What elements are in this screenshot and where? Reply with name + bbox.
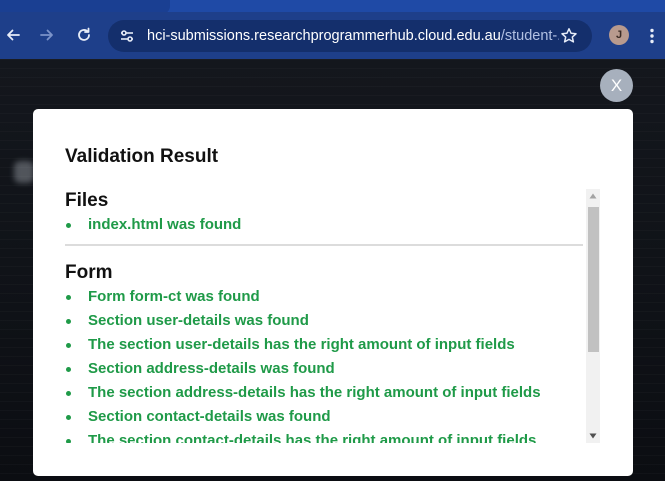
validation-modal: Validation Result Files index.html was f…	[33, 109, 633, 476]
list-item: Section contact-details was found	[65, 405, 583, 429]
files-section: Files index.html was found	[65, 189, 583, 237]
bullet-icon	[66, 295, 71, 300]
result-text: Section contact-details was found	[88, 408, 331, 425]
browser-menu-button[interactable]	[642, 23, 662, 49]
arrow-right-icon	[40, 29, 53, 41]
bullet-icon	[66, 343, 71, 348]
list-item: Section address-details was found	[65, 357, 583, 381]
validation-results-panel[interactable]: Files index.html was found Form Form for…	[65, 189, 583, 443]
results-scrollbar[interactable]	[586, 189, 600, 443]
bullet-icon	[66, 223, 71, 228]
url-path: /student-...	[500, 28, 559, 44]
list-item: The section address-details has the righ…	[65, 381, 583, 405]
address-bar[interactable]: hci-submissions.researchprogrammerhub.cl…	[108, 20, 592, 52]
bullet-icon	[66, 367, 71, 372]
result-text: The section address-details has the righ…	[88, 384, 541, 401]
profile-avatar[interactable]: J	[609, 25, 629, 45]
result-text: The section user-details has the right a…	[88, 336, 515, 353]
forward-button[interactable]	[34, 22, 60, 48]
section-title-form: Form	[65, 262, 113, 283]
section-title-files: Files	[65, 190, 109, 211]
reload-icon	[78, 27, 90, 41]
reload-button[interactable]	[71, 22, 97, 48]
tune-icon	[121, 30, 133, 42]
modal-title: Validation Result	[65, 146, 219, 167]
list-item: index.html was found	[65, 213, 583, 237]
list-item: Form form-ct was found	[65, 285, 583, 309]
scroll-up-button[interactable]	[586, 189, 600, 203]
list-item: The section contact-details has the righ…	[65, 429, 583, 443]
result-text: Section address-details was found	[88, 360, 335, 377]
result-text: Section user-details was found	[88, 312, 309, 329]
close-modal-button[interactable]: X	[600, 69, 633, 102]
form-section: Form Form form-ct was found Section user…	[65, 261, 583, 443]
form-result-list: Form form-ct was found Section user-deta…	[65, 285, 583, 443]
url-host: hci-submissions.researchprogrammerhub.cl…	[147, 28, 501, 44]
result-text: The section contact-details has the righ…	[88, 432, 537, 443]
tab-strip	[0, 0, 665, 14]
bookmark-button[interactable]	[558, 25, 580, 47]
triangle-down-icon	[589, 433, 597, 439]
url-text[interactable]: hci-submissions.researchprogrammerhub.cl…	[147, 28, 559, 45]
arrow-left-icon	[7, 29, 20, 41]
scroll-down-button[interactable]	[586, 429, 600, 443]
backdrop-shape	[14, 161, 34, 183]
star-icon	[561, 28, 577, 43]
section-divider	[65, 244, 583, 246]
bullet-icon	[66, 319, 71, 324]
result-text: index.html was found	[88, 216, 242, 233]
bullet-icon	[66, 439, 71, 443]
bullet-icon	[66, 415, 71, 420]
triangle-up-icon	[589, 193, 597, 199]
list-item: Section user-details was found	[65, 309, 583, 333]
back-button[interactable]	[0, 22, 26, 48]
bullet-icon	[66, 391, 71, 396]
browser-toolbar: hci-submissions.researchprogrammerhub.cl…	[0, 12, 665, 59]
result-text: Form form-ct was found	[88, 288, 260, 305]
scroll-thumb[interactable]	[588, 207, 599, 352]
list-item: The section user-details has the right a…	[65, 333, 583, 357]
kebab-menu-icon	[650, 28, 654, 44]
files-result-list: index.html was found	[65, 213, 583, 237]
site-info-button[interactable]	[116, 25, 138, 47]
